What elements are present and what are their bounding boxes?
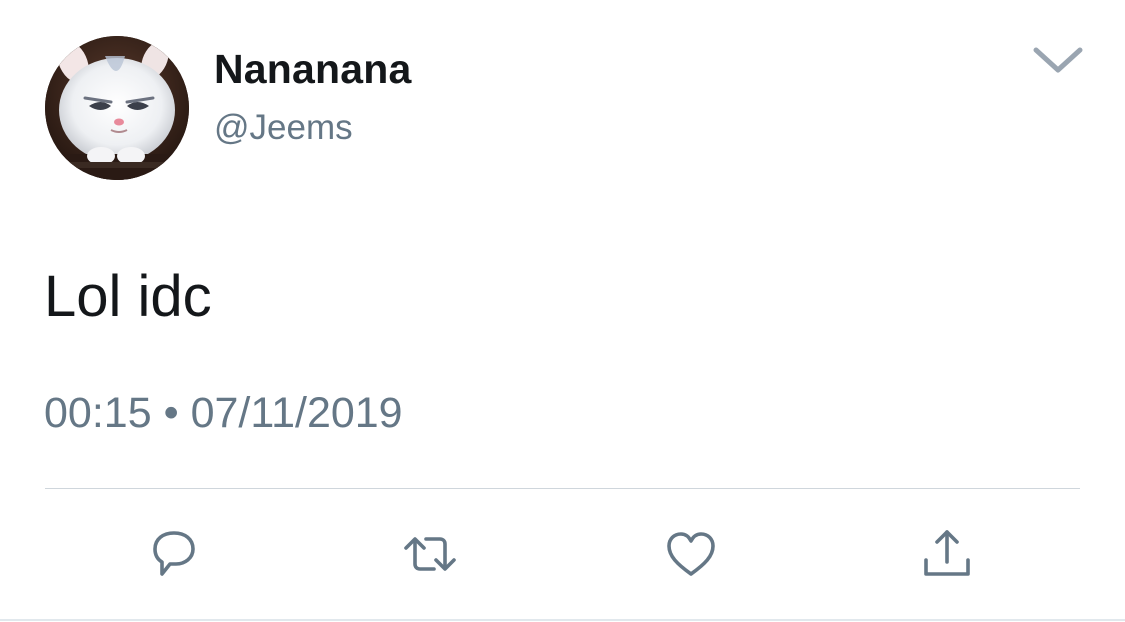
like-button[interactable] xyxy=(659,522,723,586)
share-button[interactable] xyxy=(915,522,979,586)
avatar[interactable] xyxy=(45,36,189,180)
tweet-timestamp[interactable]: 00:15 • 07/11/2019 xyxy=(44,386,403,440)
chevron-down-icon[interactable] xyxy=(1030,40,1086,80)
tweet-card: Nananana @Jeems Lol idc 00:15 • 07/11/20… xyxy=(0,0,1125,622)
heart-icon xyxy=(667,532,715,576)
reply-bubble-icon xyxy=(153,531,195,576)
tweet-text: Lol idc xyxy=(44,264,212,329)
share-icon xyxy=(924,530,970,576)
timestamp-separator: • xyxy=(163,389,179,437)
bottom-divider xyxy=(0,619,1125,621)
tweet-date: 07/11/2019 xyxy=(190,389,403,437)
reply-button[interactable] xyxy=(142,522,206,586)
retweet-icon xyxy=(404,537,456,571)
divider xyxy=(45,488,1080,489)
user-handle[interactable]: @Jeems xyxy=(214,106,353,150)
tweet-time: 00:15 xyxy=(44,389,152,437)
avatar-image xyxy=(45,36,189,180)
retweet-button[interactable] xyxy=(398,522,462,586)
display-name[interactable]: Nananana xyxy=(214,44,412,94)
